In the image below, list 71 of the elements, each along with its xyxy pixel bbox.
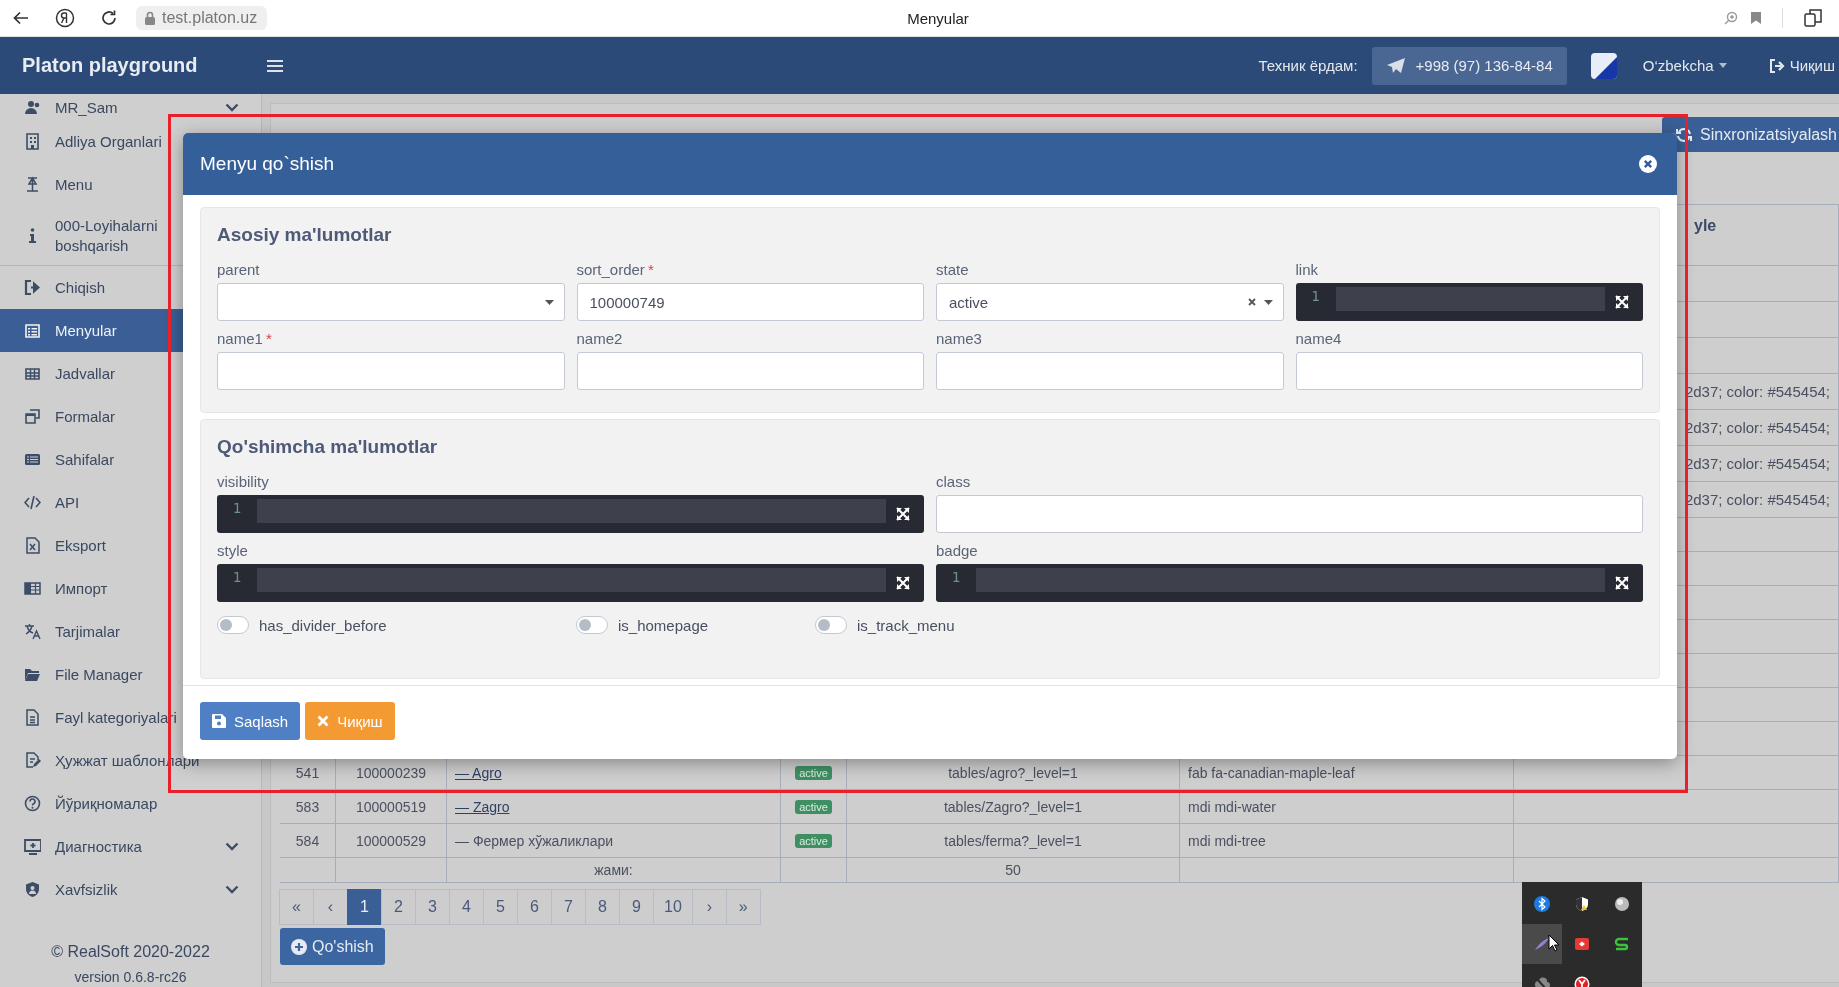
page-button[interactable]: 3	[415, 889, 450, 925]
total-value: 50	[847, 858, 1180, 883]
table-cell: 100000529	[336, 824, 447, 858]
sidebar-item[interactable]: File Manager	[0, 653, 261, 696]
page-button[interactable]: 9	[619, 889, 654, 925]
sync-button[interactable]: Sinxronizatsiyalash	[1662, 117, 1839, 152]
table-cell: 583	[280, 790, 336, 824]
sidebar-item[interactable]: Tarjimalar	[0, 610, 261, 653]
page-button[interactable]: «	[279, 889, 314, 925]
field-label: name3	[936, 329, 983, 349]
select-field[interactable]: active	[936, 283, 1284, 321]
page-button[interactable]: »	[725, 889, 761, 925]
add-button[interactable]: Qo'shish	[280, 928, 385, 965]
sidebar-item[interactable]: Йўриқномалар	[0, 782, 261, 825]
copyright-text: © RealSoft 2020-2022	[50, 943, 211, 961]
field-label: name4	[1295, 329, 1343, 349]
toggle-label: is_track_menu	[857, 616, 955, 634]
language-dropdown[interactable]: O‘zbekcha	[1642, 57, 1727, 74]
sidebar-item[interactable]: Xavfsizlik	[0, 868, 261, 911]
page-button[interactable]: 7	[551, 889, 586, 925]
status-badge: active	[795, 765, 832, 780]
page-button[interactable]: ‹	[313, 889, 348, 925]
status-badge: active	[795, 833, 832, 848]
table-cell: — Фермер хўжаликлари	[447, 824, 781, 858]
page-button[interactable]: 1	[347, 889, 382, 925]
toggle-label: has_divider_before	[259, 616, 387, 634]
table-cell: mdi mdi-water	[1180, 790, 1514, 824]
table-cell: 100000519	[336, 790, 447, 824]
total-label: жами:	[447, 858, 781, 883]
sidebar-item[interactable]: MR_Sam	[0, 94, 261, 120]
field-label: state	[936, 260, 970, 280]
input-field[interactable]: 100000749	[576, 283, 924, 321]
field-label: link	[1295, 260, 1319, 280]
row-link[interactable]: — Agro	[455, 764, 502, 781]
table-cell: 584	[280, 824, 336, 858]
logout-link[interactable]: Чиқиш	[1768, 57, 1835, 74]
save-button[interactable]: Saqlash	[200, 702, 301, 740]
code-editor[interactable]: 1	[1295, 283, 1643, 321]
app-brand: Platon playground	[22, 54, 199, 77]
dialog-title: Menyu qo`shish	[200, 153, 336, 175]
code-editor[interactable]: 1	[217, 564, 924, 602]
phone-button[interactable]: +998 (97) 136-84-84	[1371, 46, 1567, 85]
support-label: Техник ёрдам:	[1258, 57, 1358, 74]
page-button[interactable]: 6	[517, 889, 552, 925]
field-label: class	[936, 472, 972, 492]
sidebar-item[interactable]: Диагностика	[0, 825, 261, 868]
page-title: Menyular	[907, 9, 969, 27]
sidebar-item[interactable]: Formalar	[0, 395, 261, 438]
section-title: Qo'shimcha ma'lumotlar	[217, 436, 439, 458]
field-label: visibility	[217, 472, 270, 492]
table-cell: tables/Zagro?_level=1	[847, 790, 1180, 824]
status-badge: active	[795, 799, 832, 814]
page-button[interactable]: 4	[449, 889, 484, 925]
page-button[interactable]: 5	[483, 889, 518, 925]
toggle-label: is_homepage	[618, 616, 709, 634]
field-label: sort_order *	[576, 260, 655, 280]
table-cell: mdi mdi-tree	[1180, 824, 1514, 858]
table-cell: tables/ferma?_level=1	[847, 824, 1180, 858]
code-editor[interactable]: 1	[217, 495, 924, 533]
sidebar-item[interactable]: Jadvallar	[0, 352, 261, 395]
address-bar[interactable]: test.platon.uz	[136, 6, 268, 30]
page-button[interactable]: 8	[585, 889, 620, 925]
page-button[interactable]: 2	[381, 889, 416, 925]
code-editor[interactable]: 1	[936, 564, 1643, 602]
field-label: name2	[576, 329, 624, 349]
field-label: badge	[936, 541, 979, 561]
field-label: style	[217, 541, 249, 561]
version-text: version 0.6.8-rc26	[73, 969, 188, 985]
row-link[interactable]: — Zagro	[455, 798, 510, 815]
page-button[interactable]: 10	[653, 889, 693, 925]
page-button[interactable]: ›	[691, 889, 727, 925]
